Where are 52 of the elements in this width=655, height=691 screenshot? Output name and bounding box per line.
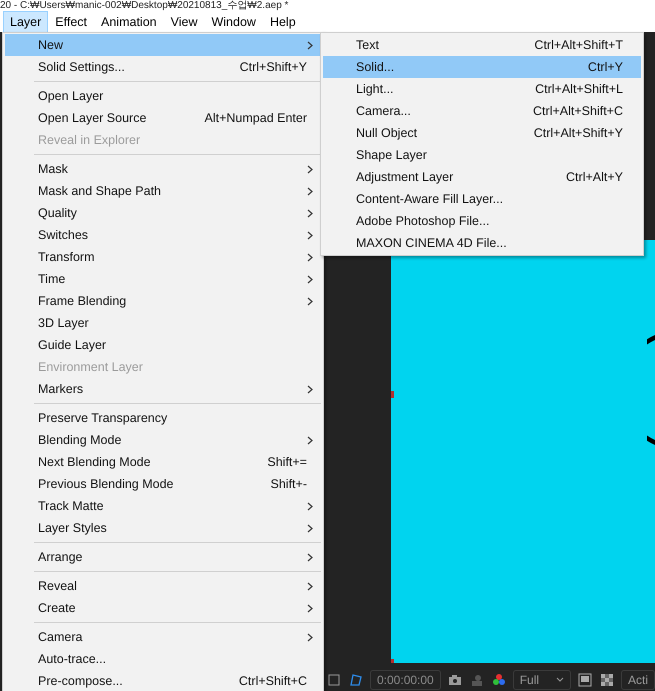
menu-item[interactable]: Create <box>5 597 321 619</box>
menu-title[interactable]: Window <box>204 10 263 32</box>
menu-item[interactable]: Mask and Shape Path <box>5 180 321 202</box>
menu-item[interactable]: Next Blending Mode Shift+= <box>5 451 321 473</box>
menu-item[interactable]: Shape Layer <box>323 144 641 166</box>
region-icon[interactable] <box>326 672 342 688</box>
menu-item[interactable]: Open Layer <box>5 85 321 107</box>
mask-icon[interactable] <box>348 672 364 688</box>
menu-title[interactable]: Help <box>262 10 303 32</box>
menu-item[interactable]: Adobe Photoshop File... <box>323 210 641 232</box>
menu-item[interactable]: Null Object Ctrl+Alt+Shift+Y <box>323 122 641 144</box>
menu-item[interactable]: Track Matte <box>5 495 321 517</box>
menu-title[interactable]: Layer <box>3 10 48 32</box>
menu-item[interactable]: MAXON CINEMA 4D File... <box>323 232 641 254</box>
menu-item[interactable]: Pre-compose... Ctrl+Shift+C <box>5 670 321 691</box>
menu-item[interactable]: Camera... Ctrl+Alt+Shift+C <box>323 100 641 122</box>
menu-item[interactable]: Switches <box>5 224 321 246</box>
menu-item[interactable]: Mask <box>5 158 321 180</box>
menu-item[interactable]: Reveal <box>5 575 321 597</box>
menu-item[interactable]: Guide Layer <box>5 334 321 356</box>
region-of-interest-icon[interactable] <box>576 672 593 688</box>
menu-item[interactable]: Previous Blending Mode Shift+- <box>5 473 321 495</box>
menu-item[interactable]: Auto-trace... <box>5 648 321 670</box>
menu-item[interactable]: Arrange <box>5 546 321 568</box>
checkerboard-icon[interactable] <box>598 672 615 688</box>
menu-item[interactable]: Transform <box>5 246 321 268</box>
color-channels-icon[interactable] <box>490 672 507 688</box>
timecode-field[interactable]: 0:00:00:00 <box>370 670 441 690</box>
menu-item[interactable]: Adjustment Layer Ctrl+Alt+Y <box>323 166 641 188</box>
menu-item[interactable]: Solid Settings... Ctrl+Shift+Y <box>5 56 321 78</box>
menu-item[interactable]: Time <box>5 268 321 290</box>
menu-item[interactable]: Blending Mode <box>5 429 321 451</box>
menu-item[interactable]: Light... Ctrl+Alt+Shift+L <box>323 78 641 100</box>
menu-item[interactable]: Preserve Transparency <box>5 407 321 429</box>
caret-icon <box>556 677 564 682</box>
menu-item[interactable]: Camera <box>5 626 321 648</box>
resolution-dropdown[interactable]: Full <box>512 670 571 690</box>
menu-item[interactable]: Solid... Ctrl+Y <box>323 56 641 78</box>
menu-item[interactable]: Layer Styles <box>5 517 321 539</box>
menu-item[interactable]: Quality <box>5 202 321 224</box>
window-title: 20 - C:₩Users₩manic-002₩Desktop₩20210813_수업₩2.aep * <box>0 0 288 11</box>
menu-item[interactable]: New <box>5 34 321 56</box>
menu-title[interactable]: View <box>164 10 204 32</box>
menu-item[interactable]: Markers <box>5 378 321 400</box>
menu-title[interactable]: Animation <box>94 10 164 32</box>
menu-item[interactable]: 3D Layer <box>5 312 321 334</box>
menu-item[interactable]: Text Ctrl+Alt+Shift+T <box>323 34 641 56</box>
menu-item[interactable]: Open Layer Source Alt+Numpad Enter <box>5 107 321 129</box>
menu-item[interactable]: Frame Blending <box>5 290 321 312</box>
menu-item[interactable]: Content-Aware Fill Layer... <box>323 188 641 210</box>
menu-title[interactable]: Effect <box>48 10 94 32</box>
view-dropdown[interactable]: Acti <box>620 670 655 690</box>
